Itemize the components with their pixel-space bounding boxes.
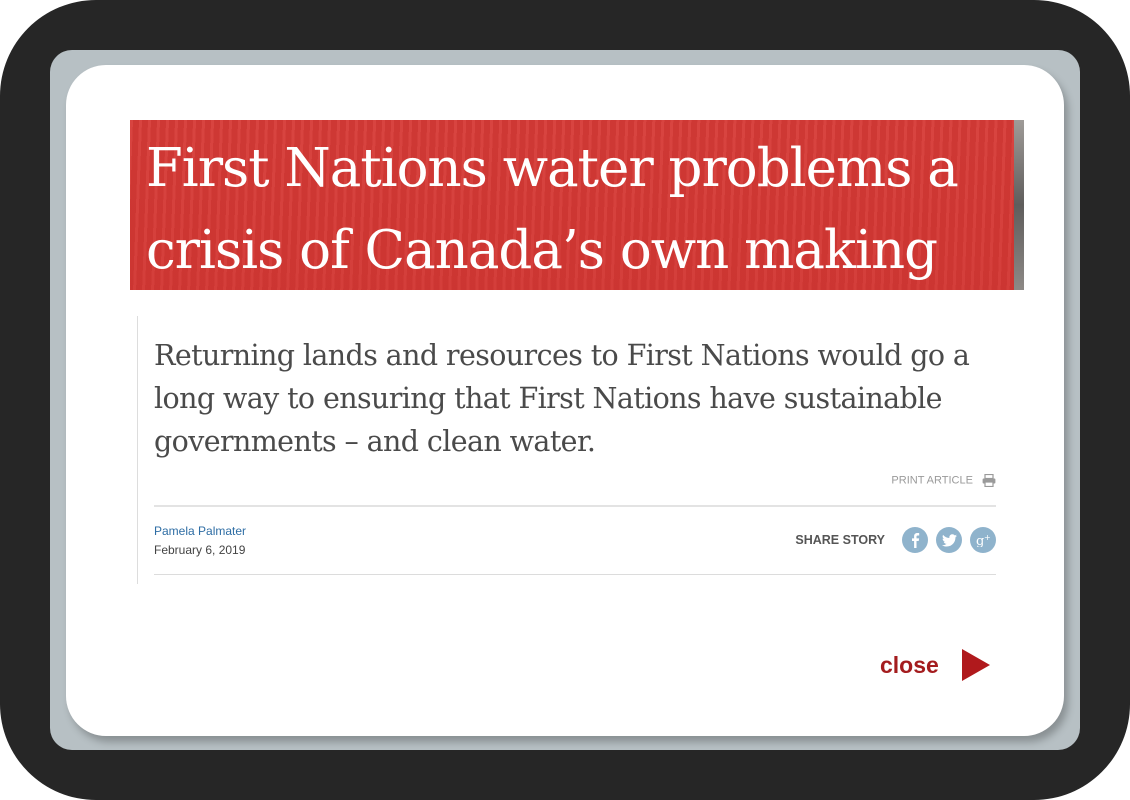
share-story-bar: SHARE STORY g + <box>795 527 996 553</box>
google-plus-share-button[interactable]: g + <box>970 527 996 553</box>
facebook-share-button[interactable] <box>902 527 928 553</box>
headline-banner: First Nations water problems a crisis of… <box>130 120 1024 290</box>
svg-text:+: + <box>984 533 991 542</box>
play-arrow-icon[interactable] <box>961 648 991 682</box>
close-label[interactable]: close <box>880 652 939 679</box>
headline-line-2: crisis of Canada’s own making <box>146 220 938 281</box>
facebook-icon <box>912 533 920 548</box>
print-article-link[interactable]: PRINT ARTICLE <box>154 474 996 494</box>
print-article-label[interactable]: PRINT ARTICLE <box>891 475 973 487</box>
google-plus-icon: g + <box>976 533 991 547</box>
twitter-icon <box>941 533 957 546</box>
divider <box>154 574 996 575</box>
close-button[interactable]: close <box>880 648 991 682</box>
publish-date: February 6, 2019 <box>154 543 246 557</box>
headline-line-1: First Nations water problems a <box>146 138 959 199</box>
printer-icon[interactable] <box>982 474 996 487</box>
article-panel: Returning lands and resources to First N… <box>137 316 1024 584</box>
article-headline: First Nations water problems a crisis of… <box>146 128 1016 290</box>
share-story-label: SHARE STORY <box>795 533 885 547</box>
author-link[interactable]: Pamela Palmater <box>154 524 246 538</box>
divider <box>154 505 996 507</box>
twitter-share-button[interactable] <box>936 527 962 553</box>
article-subtitle: Returning lands and resources to First N… <box>154 339 970 458</box>
